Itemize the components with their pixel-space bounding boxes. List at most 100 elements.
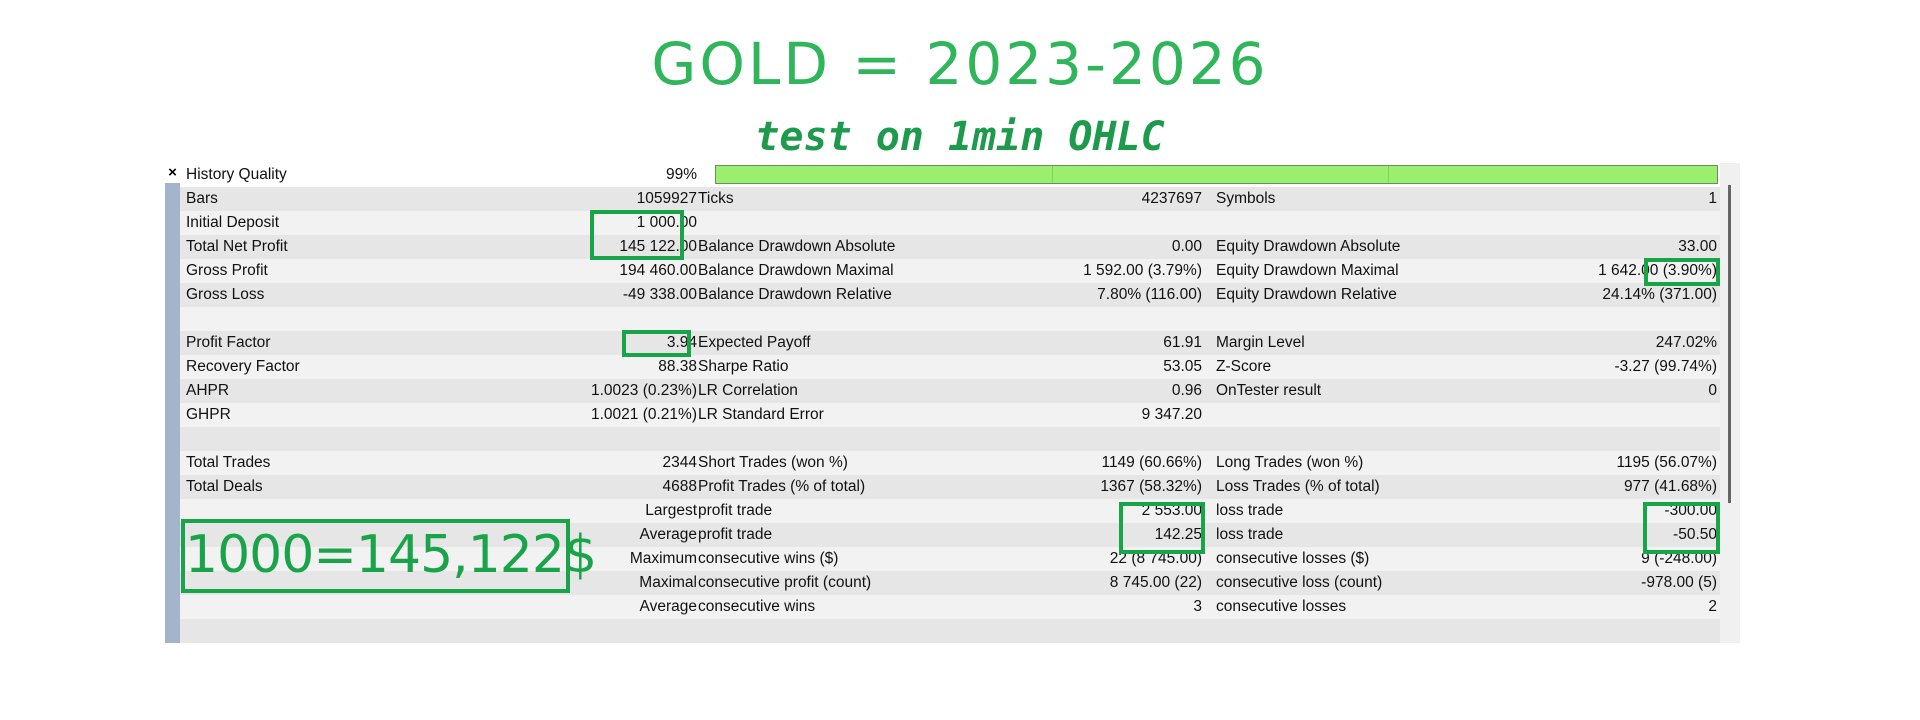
stat-label-col1: Initial Deposit — [186, 214, 280, 231]
stat-value-col1: Maximum — [629, 550, 697, 567]
stat-value-col3: 2 — [1708, 598, 1717, 615]
stat-value-col3: 247.02% — [1655, 334, 1717, 351]
stat-value-col3: 33.00 — [1678, 238, 1717, 255]
stat-label-col2: Short Trades (won %) — [698, 454, 848, 471]
stat-value-col3: 1195 (56.07%) — [1616, 454, 1717, 471]
stat-value-col1: 4688 — [662, 478, 697, 495]
stat-label-col2: Ticks — [698, 190, 734, 207]
stat-label-col1: Gross Profit — [186, 262, 268, 279]
close-icon[interactable]: × — [165, 163, 180, 183]
stats-row: Bars 1059927 Ticks 4237697 Symbols 1 — [180, 187, 1720, 211]
stat-value-col1: 1.0021 (0.21%) — [591, 406, 697, 423]
stats-row — [180, 619, 1720, 643]
stat-label-col3: Loss Trades (% of total) — [1216, 478, 1380, 495]
stat-label-col3: Equity Drawdown Relative — [1216, 286, 1397, 303]
handwritten-note: 1000=145,122$ — [185, 525, 597, 585]
stat-label-col1: Profit Factor — [186, 334, 271, 351]
stat-label-col2: Profit Trades (% of total) — [698, 478, 866, 495]
highlight-box-profit-trades — [1119, 502, 1205, 554]
stat-value-col2: 1 592.00 (3.79%) — [1083, 262, 1202, 279]
stats-row: Average consecutive wins 3 consecutive loss… — [180, 595, 1720, 619]
stat-label-col3: Long Trades (won %) — [1216, 454, 1364, 471]
stat-value-col3: 1 — [1708, 190, 1717, 207]
stat-label-col2: profit trade — [698, 526, 773, 543]
stat-label-col2: Balance Drawdown Absolute — [698, 238, 896, 255]
stat-label-col3: consecutive losses — [1216, 598, 1347, 615]
stats-row: Total Trades 2344 Short Trades (won %) 1149… — [180, 451, 1720, 475]
highlight-box-profit-factor — [622, 330, 691, 357]
panel-side-bar — [165, 163, 180, 643]
stat-value-col2: 53.05 — [1163, 358, 1202, 375]
stat-label-col2: LR Correlation — [698, 382, 798, 399]
stat-label-col1: Total Deals — [186, 478, 263, 495]
highlight-box-deposit-profit — [590, 210, 684, 260]
stat-label-col2: Balance Drawdown Relative — [698, 286, 892, 303]
stat-value-col1: Average — [639, 598, 697, 615]
stat-value-col2: 9 347.20 — [1141, 406, 1202, 423]
stat-label-col2: Expected Payoff — [698, 334, 811, 351]
stat-label-col1: AHPR — [186, 382, 230, 399]
highlight-box-loss-trades — [1643, 502, 1720, 554]
stat-value-col3: -3.27 (99.74%) — [1614, 358, 1717, 375]
stat-label-col1: Total Net Profit — [186, 238, 288, 255]
stats-row — [180, 307, 1720, 331]
history-quality-value: 99% — [665, 166, 697, 183]
stat-label-col1: Gross Loss — [186, 286, 265, 303]
stats-row: GHPR 1.0021 (0.21%) LR Standard Error 9 347… — [180, 403, 1720, 427]
stats-row: AHPR 1.0023 (0.23%) LR Correlation 0.96 OnTe… — [180, 379, 1720, 403]
stat-value-col1: Largest — [645, 502, 697, 519]
stat-label-col2: consecutive wins ($) — [698, 550, 839, 567]
stats-row — [180, 427, 1720, 451]
stat-label-col2: Balance Drawdown Maximal — [698, 262, 894, 279]
stat-value-col2: 3 — [1193, 598, 1202, 615]
stat-value-col2: 8 745.00 (22) — [1109, 574, 1202, 591]
scrollbar-thumb[interactable] — [1728, 185, 1731, 503]
stat-value-col2: 61.91 — [1163, 334, 1202, 351]
stat-label-col3: Equity Drawdown Absolute — [1216, 238, 1401, 255]
stat-value-col2: 1149 (60.66%) — [1101, 454, 1202, 471]
stat-label-col3: Equity Drawdown Maximal — [1216, 262, 1399, 279]
stat-value-col1: 88.38 — [658, 358, 697, 375]
stats-row: Profit Factor 3.94 Expected Payoff 61.91 Mar… — [180, 331, 1720, 355]
subtitle: test on 1min OHLC — [755, 114, 1165, 160]
highlight-box-equity-dd-pct — [1644, 258, 1720, 286]
stats-row: Initial Deposit 1 000.00 — [180, 211, 1720, 235]
stat-value-col1: 1059927 — [636, 190, 697, 207]
stat-label-col1: Total Trades — [186, 454, 271, 471]
stat-value-col1: 194 460.00 — [619, 262, 697, 279]
stats-row: Recovery Factor 88.38 Sharpe Ratio 53.05 Z-S… — [180, 355, 1720, 379]
stat-value-col2: 1367 (58.32%) — [1100, 478, 1202, 495]
stat-label-col3: loss trade — [1216, 502, 1284, 519]
stats-row: Gross Profit 194 460.00 Balance Drawdown M… — [180, 259, 1720, 283]
stat-label-col2: profit trade — [698, 502, 773, 519]
stat-value-col2: 0.00 — [1171, 238, 1202, 255]
quality-bar-segment — [1388, 166, 1389, 183]
stat-label-col1: GHPR — [186, 406, 231, 423]
stat-label-col2: consecutive profit (count) — [698, 574, 872, 591]
chart-title: GOLD = 2023-2026 — [651, 30, 1269, 98]
stat-value-col1: Average — [639, 526, 697, 543]
stat-value-col3: 977 (41.68%) — [1623, 478, 1717, 495]
history-quality-row: History Quality 99% — [180, 163, 1720, 187]
history-quality-bar — [715, 165, 1718, 184]
stat-label-col1: Recovery Factor — [186, 358, 300, 375]
stat-label-col2: Sharpe Ratio — [698, 358, 789, 375]
quality-bar-segment — [1052, 166, 1053, 183]
stat-value-col2: 7.80% (116.00) — [1097, 286, 1202, 303]
stat-value-col1: -49 338.00 — [622, 286, 697, 303]
stat-value-col3: 0 — [1708, 382, 1717, 399]
stat-label-col3: Symbols — [1216, 190, 1276, 207]
stats-row: Gross Loss -49 338.00 Balance Drawdown Rel… — [180, 283, 1720, 307]
vertical-scrollbar[interactable] — [1720, 163, 1740, 643]
stat-value-col1: 2344 — [662, 454, 697, 471]
handwritten-note-box: 1000=145,122$ — [181, 519, 597, 593]
stat-value-col1: Maximal — [639, 574, 697, 591]
stat-value-col1: 1.0023 (0.23%) — [591, 382, 697, 399]
stat-label-col2: consecutive wins — [698, 598, 816, 615]
stats-row: Total Net Profit 145 122.00 Balance Drawdo… — [180, 235, 1720, 259]
stat-label-col3: consecutive loss (count) — [1216, 574, 1383, 591]
stat-label-col2: LR Standard Error — [698, 406, 824, 423]
stat-label-col3: consecutive losses ($) — [1216, 550, 1370, 567]
stat-label-col3: OnTester result — [1216, 382, 1322, 399]
history-quality-label: History Quality — [186, 166, 287, 183]
